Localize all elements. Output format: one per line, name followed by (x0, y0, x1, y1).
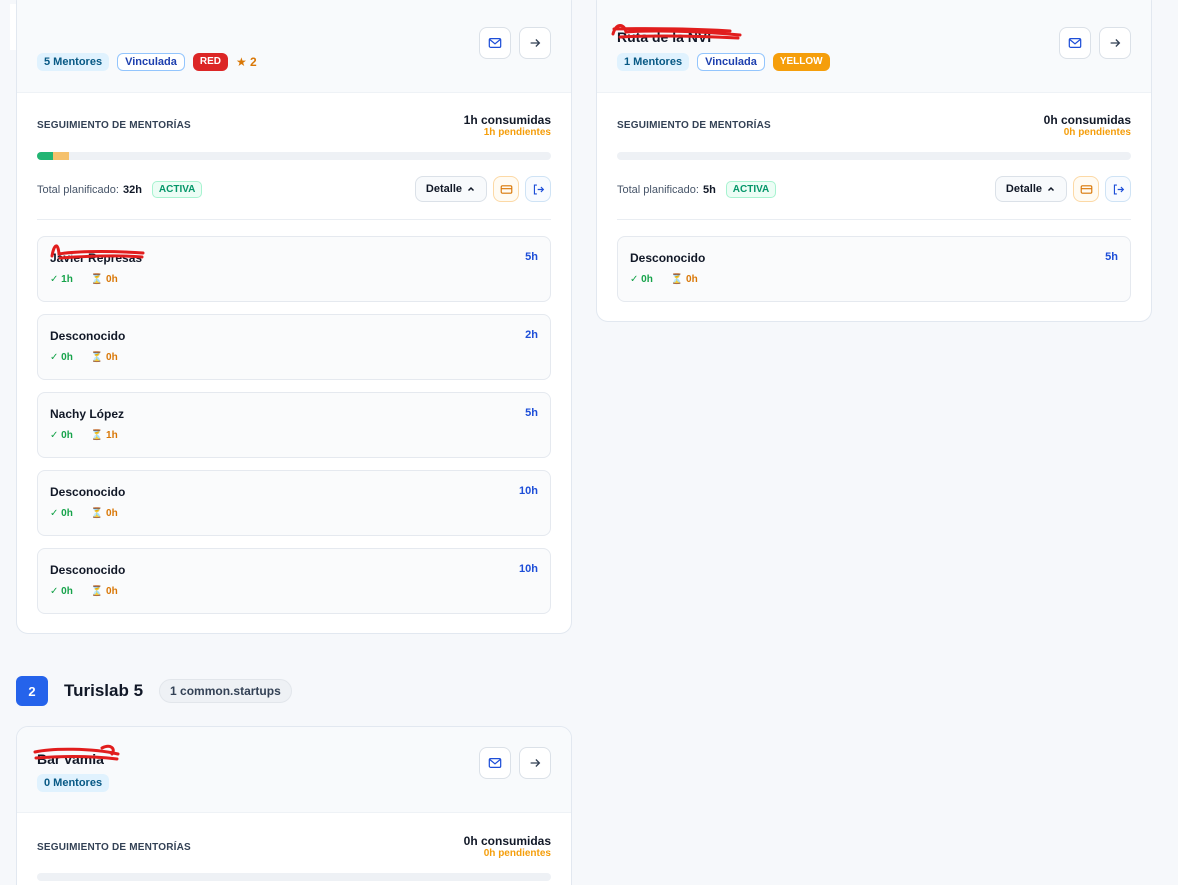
status-badge: RED (192, 53, 228, 71)
exit-button[interactable] (525, 176, 551, 202)
progress-pending-segment (53, 152, 70, 160)
mentoring-progress-bar (617, 152, 1131, 160)
total-planned: Total planificado: 32h ACTIVA (37, 181, 203, 198)
mentor-name: Desconocido (50, 563, 126, 577)
tracking-title: SEGUIMIENTO DE MENTORÍAS (617, 120, 771, 131)
done-hours: ✓ 0h (630, 274, 653, 285)
credit-card-icon (500, 184, 512, 194)
startup-card-1: 5 Mentores Vinculada RED ★ 2 SEGUIMIENTO… (16, 0, 572, 634)
pending-hours: ⏳ 0h (90, 508, 118, 519)
divider (37, 219, 551, 220)
log-out-icon (533, 183, 544, 195)
log-out-icon (1113, 183, 1124, 195)
chevron-up-icon (1047, 186, 1055, 192)
detail-label: Detalle (425, 183, 462, 195)
mentors-badge: 5 Mentores (37, 53, 110, 71)
mentor-row: Desconocido 5h ✓ 0h ⏳ 0h (617, 236, 1131, 302)
billing-button[interactable] (1073, 176, 1099, 202)
mentor-hours: 2h (525, 329, 538, 341)
email-button[interactable] (479, 27, 511, 59)
redaction-scribble (50, 244, 145, 260)
arrow-right-icon (530, 759, 541, 767)
open-button[interactable] (1099, 27, 1131, 59)
linked-badge: Vinculada (117, 53, 185, 71)
pending-hours: ⏳ 0h (670, 274, 698, 285)
card-header: Ruta de la NVI 1 Mentores Vinculada YELL… (597, 0, 1151, 93)
redaction-scribble (611, 24, 742, 40)
total-value: 32h (122, 183, 142, 196)
rating-star: ★ 2 (235, 55, 257, 69)
mentors-badge: 0 Mentores (37, 774, 110, 792)
mentor-row: Nachy López 5h ✓ 0h ⏳ 1h (37, 392, 551, 458)
mentor-hours: 5h (525, 251, 538, 263)
total-value: 5h (702, 183, 716, 196)
mentor-row: Desconocido 2h ✓ 0h ⏳ 0h (37, 314, 551, 380)
envelope-icon (488, 38, 502, 48)
group-name: Turislab 5 (64, 681, 144, 700)
mentor-row: Desconocido 10h ✓ 0h ⏳ 0h (37, 470, 551, 536)
envelope-icon (488, 758, 502, 768)
status-badge: YELLOW (772, 53, 830, 71)
arrow-right-icon (530, 39, 541, 47)
pending-hours: ⏳ 0h (90, 352, 118, 363)
consumed-hours: 0h consumidas (1043, 113, 1131, 127)
mentor-hours: 5h (525, 407, 538, 419)
card-header: Bar vamia 0 Mentores (17, 727, 571, 813)
mentor-name: Nachy López (50, 407, 125, 421)
detail-label: Detalle (1005, 183, 1042, 195)
total-label: Total planificado: (37, 183, 119, 196)
mentor-name: Desconocido (50, 329, 126, 343)
tracking-title: SEGUIMIENTO DE MENTORÍAS (37, 120, 191, 131)
progress-done-segment (37, 152, 54, 160)
done-hours: ✓ 0h (50, 430, 73, 441)
total-label: Total planificado: (617, 183, 699, 196)
mentor-hours: 10h (519, 563, 538, 575)
detail-toggle-button[interactable]: Detalle (414, 176, 487, 202)
pending-hours: ⏳ 0h (90, 274, 118, 285)
linked-badge: Vinculada (697, 53, 765, 71)
consumed-hours: 0h consumidas (463, 834, 551, 848)
mentor-hours: 5h (1105, 251, 1118, 263)
credit-card-icon (1080, 184, 1092, 194)
redaction-scribble (33, 744, 120, 761)
mentor-row: Desconocido 10h ✓ 0h ⏳ 0h (37, 548, 551, 614)
mentors-badge: 1 Mentores (617, 53, 690, 71)
active-badge: ACTIVA (151, 181, 203, 198)
mentor-hours: 10h (519, 485, 538, 497)
mentoring-progress-bar (37, 152, 551, 160)
card-header: 5 Mentores Vinculada RED ★ 2 (17, 0, 571, 93)
email-button[interactable] (1059, 27, 1091, 59)
envelope-icon (1068, 38, 1082, 48)
done-hours: ✓ 0h (50, 586, 73, 597)
startup-card-2: Ruta de la NVI 1 Mentores Vinculada YELL… (596, 0, 1152, 322)
divider (617, 219, 1131, 220)
pending-hours: 1h pendientes (483, 127, 551, 138)
group-header: 2 Turislab 5 1 common.startups (16, 676, 292, 706)
chevron-up-icon (467, 186, 475, 192)
group-startups-count: 1 common.startups (159, 679, 292, 703)
email-button[interactable] (479, 747, 511, 779)
tracking-title: SEGUIMIENTO DE MENTORÍAS (37, 842, 191, 853)
group-number: 2 (16, 676, 48, 706)
pending-hours: ⏳ 1h (90, 430, 118, 441)
mentor-name: Desconocido (630, 251, 706, 265)
done-hours: ✓ 1h (50, 274, 73, 285)
open-button[interactable] (519, 747, 551, 779)
arrow-right-icon (1110, 39, 1121, 47)
mentor-name: Desconocido (50, 485, 126, 499)
done-hours: ✓ 0h (50, 508, 73, 519)
pending-hours: 0h pendientes (483, 848, 551, 859)
mentoring-progress-bar (37, 873, 551, 881)
done-hours: ✓ 0h (50, 352, 73, 363)
detail-toggle-button[interactable]: Detalle (994, 176, 1067, 202)
pending-hours: 0h pendientes (1063, 127, 1131, 138)
active-badge: ACTIVA (725, 181, 777, 198)
open-button[interactable] (519, 27, 551, 59)
pending-hours: ⏳ 0h (90, 586, 118, 597)
consumed-hours: 1h consumidas (463, 113, 551, 127)
total-planned: Total planificado: 5h ACTIVA (617, 181, 777, 198)
billing-button[interactable] (493, 176, 519, 202)
exit-button[interactable] (1105, 176, 1131, 202)
